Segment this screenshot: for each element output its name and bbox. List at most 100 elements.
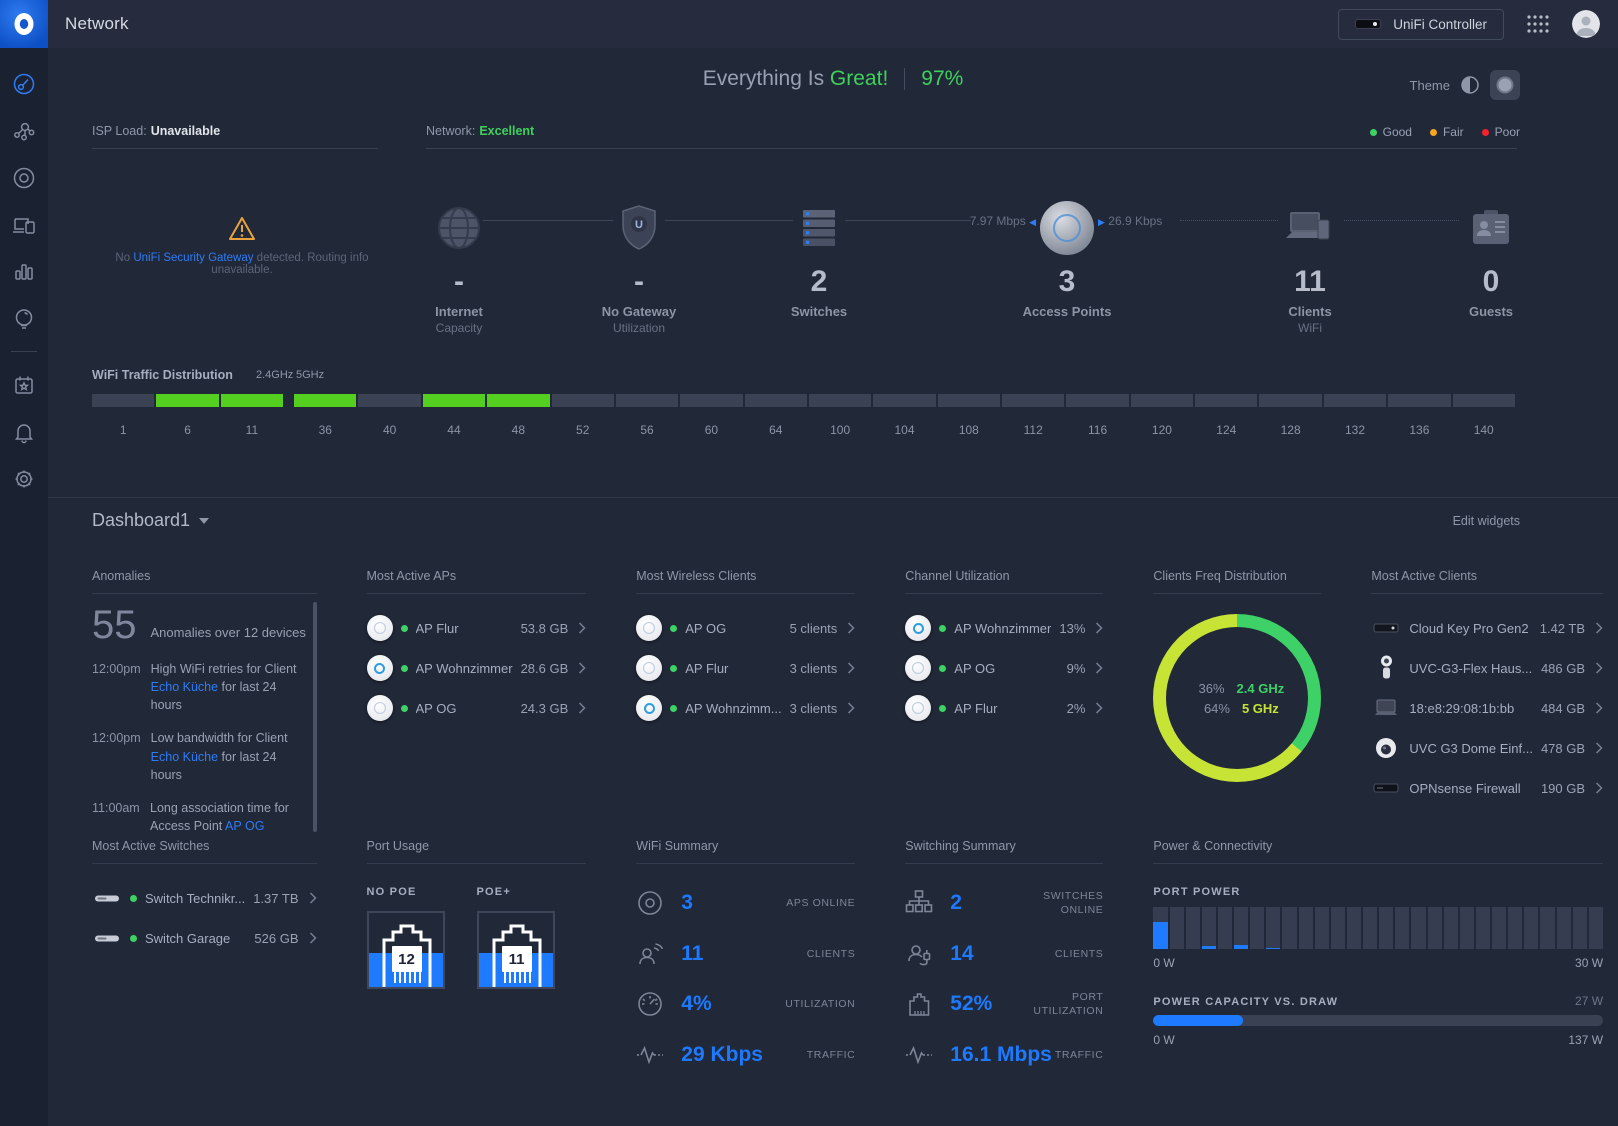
sidebar-item-topology[interactable] (0, 107, 48, 154)
ap-row[interactable]: AP Flur 3 clients (636, 648, 855, 688)
channel-segment (1195, 394, 1257, 407)
unifi-logo-icon (12, 11, 36, 37)
ap-link[interactable]: AP OG (225, 819, 264, 833)
sidebar-item-statistics[interactable] (0, 248, 48, 295)
edit-widgets-button[interactable]: Edit widgets (1453, 514, 1520, 528)
sidebar-item-insights[interactable] (0, 295, 48, 342)
sidebar-item-clients[interactable] (0, 201, 48, 248)
node-clients[interactable]: 11 Clients WiFi (1235, 198, 1385, 335)
port-power-bar (1492, 907, 1506, 949)
apps-grid-icon[interactable] (1524, 13, 1552, 35)
user-avatar[interactable] (1572, 10, 1600, 38)
dashboard-selector[interactable]: Dashboard1 (92, 510, 209, 531)
client-link[interactable]: Echo Küche (151, 680, 218, 694)
chevron-right-icon (578, 622, 586, 634)
widget-most-active-switches: Most Active Switches Switch Technikr... … (92, 839, 317, 1074)
client-row[interactable]: 18:e8:29:08:1b:bb 484 GB (1371, 688, 1603, 728)
channel-label: 136 (1388, 423, 1450, 437)
wired-client-icon (905, 940, 933, 968)
client-row[interactable]: OPNsense Firewall 190 GB (1371, 768, 1603, 808)
traffic-pulse-icon (905, 1041, 933, 1069)
wifi-summary-title: WiFi Summary (636, 839, 855, 864)
node-internet[interactable]: - Internet Capacity (384, 198, 534, 335)
ap-row[interactable]: AP OG 5 clients (636, 608, 855, 648)
channel-44: 44 (423, 394, 485, 437)
switch-row[interactable]: Switch Technikr... 1.37 TB (92, 878, 317, 918)
node-gateway[interactable]: U - No Gateway Utilization (564, 198, 714, 335)
chevron-right-icon (578, 662, 586, 674)
ethernet-port-icon: 12 (367, 911, 445, 989)
anomalies-list: 12:00pm High WiFi retries for Client Ech… (92, 660, 317, 835)
channel-label: 116 (1066, 423, 1128, 437)
anomaly-item: 12:00pm Low bandwidth for Client Echo Kü… (92, 729, 305, 783)
channel-108: 108 (938, 394, 1000, 437)
channel-label: 64 (745, 423, 807, 437)
ap-row[interactable]: AP OG 24.3 GB (367, 688, 587, 728)
channel-36: 36 (294, 394, 356, 437)
sidebar-item-events[interactable] (0, 361, 48, 408)
sidebar-item-settings[interactable] (0, 455, 48, 502)
switch-row[interactable]: Switch Garage 526 GB (92, 918, 317, 958)
port-power-label: PORT POWER (1153, 886, 1603, 898)
theme-dark-toggle[interactable] (1490, 70, 1520, 100)
port-power-bar (1347, 907, 1361, 949)
usg-link[interactable]: UniFi Security Gateway (133, 252, 253, 264)
ap-row[interactable]: AP Wohnzimmer 13% (905, 608, 1103, 648)
freq-donut-chart: 36% 2.4 GHz 64% 5 GHz (1153, 614, 1321, 782)
channel-label: 11 (221, 423, 283, 437)
channel-utilization-title: Channel Utilization (905, 569, 1103, 594)
most-active-aps-title: Most Active APs (367, 569, 587, 594)
channel-segment (1002, 394, 1064, 407)
theme-light-toggle[interactable] (1460, 75, 1480, 95)
ap-row[interactable]: AP Flur 53.8 GB (367, 608, 587, 648)
ap-row[interactable]: AP OG 9% (905, 648, 1103, 688)
node-guests[interactable]: 0 Guests (1416, 198, 1566, 319)
summary-row: 16.1 Mbps TRAFFIC (905, 1030, 1103, 1081)
anomalies-scrollbar[interactable] (313, 602, 317, 832)
client-row[interactable]: Cloud Key Pro Gen2 1.42 TB (1371, 608, 1603, 648)
devices-icon (12, 166, 36, 190)
ap-row[interactable]: AP Wohnzimm... 3 clients (636, 688, 855, 728)
ap-row[interactable]: AP Wohnzimmer 28.6 GB (367, 648, 587, 688)
health-status-word: Great! (830, 67, 888, 90)
online-dot (670, 665, 677, 672)
client-link[interactable]: Echo Küche (151, 750, 218, 764)
channel-56: 56 (616, 394, 678, 437)
summary-row: 11 CLIENTS (636, 929, 855, 980)
gateway-value: - (564, 267, 714, 297)
page-title: Network (65, 14, 129, 34)
node-access-points[interactable]: 3 Access Points (992, 198, 1142, 319)
unifi-logo[interactable] (0, 0, 48, 48)
ap-row[interactable]: AP Flur 2% (905, 688, 1103, 728)
port-power-bar (1460, 907, 1474, 949)
widget-switching-summary: Switching Summary 2 SWITCHES ONLINE 14 C… (905, 839, 1103, 1074)
controller-button[interactable]: UniFi Controller (1338, 9, 1504, 40)
sidebar-item-alerts[interactable] (0, 408, 48, 455)
online-dot (401, 665, 408, 672)
summary-row: 2 SWITCHES ONLINE (905, 878, 1103, 929)
wireless-client-icon (636, 940, 664, 968)
power-capacity-bar (1153, 1015, 1603, 1026)
freq-distribution-title: Clients Freq Distribution (1153, 569, 1321, 594)
widget-channel-utilization: Channel Utilization AP Wohnzimmer 13% AP… (905, 569, 1103, 814)
fair-dot (1430, 129, 1437, 136)
dashboard-title: Dashboard1 (92, 510, 190, 531)
chevron-right-icon (847, 622, 855, 634)
port-power-bar (1428, 907, 1442, 949)
switch-stack-icon (799, 207, 839, 249)
client-row[interactable]: UVC-G3-Flex Haus... 486 GB (1371, 648, 1603, 688)
cloudkey-device-icon (1373, 622, 1399, 634)
sidebar-item-dashboard[interactable] (0, 60, 48, 107)
node-switches[interactable]: 2 Switches (744, 198, 894, 319)
power-capacity-label: POWER CAPACITY VS. DRAW (1153, 996, 1338, 1008)
port-power-bar (1250, 907, 1264, 949)
ap-icon (905, 615, 931, 641)
channel-segment (873, 394, 935, 407)
network-status-value: Excellent (479, 124, 534, 138)
channel-segment (745, 394, 807, 407)
alerts-bell-icon (12, 420, 36, 444)
sidebar-item-devices[interactable] (0, 154, 48, 201)
client-row[interactable]: UVC G3 Dome Einf... 478 GB (1371, 728, 1603, 768)
laptop-icon (1373, 699, 1399, 717)
gateway-label: No Gateway (564, 304, 714, 319)
